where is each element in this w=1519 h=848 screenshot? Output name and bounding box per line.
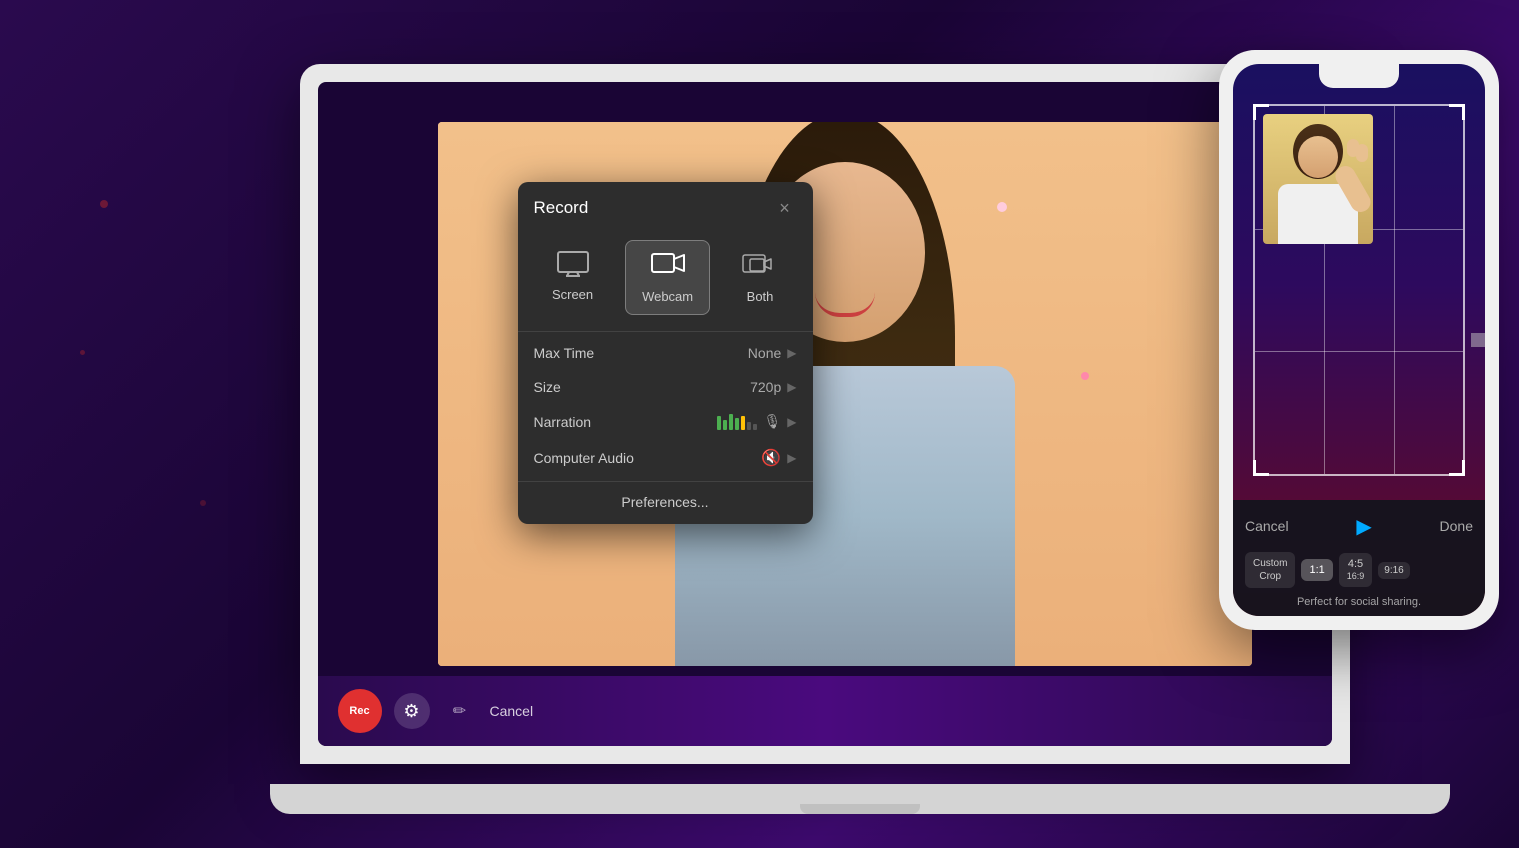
settings-section: Max Time None ▶ Size 720p ▶: [518, 331, 813, 481]
play-icon: ▶: [1356, 514, 1371, 539]
max-time-value: None ▶: [748, 345, 797, 361]
audio-bar-3: [729, 414, 733, 430]
close-icon: ×: [779, 198, 790, 219]
dialog-close-button[interactable]: ×: [773, 196, 797, 220]
phone-thumbnail: [1263, 114, 1373, 244]
screen-icon: [557, 251, 589, 281]
phone-body: Cancel ▶ Done CustomCrop 1:1 4:: [1219, 50, 1499, 630]
computer-audio-row[interactable]: Computer Audio 🔇 ▶: [518, 439, 813, 477]
max-time-row[interactable]: Max Time None ▶: [518, 336, 813, 370]
audio-bar-2: [723, 420, 727, 430]
crop-16x9-label: 16:9: [1347, 571, 1365, 581]
computer-audio-chevron-icon: ▶: [787, 451, 796, 465]
laptop-notch: [800, 804, 920, 814]
source-label-webcam: Webcam: [642, 289, 693, 304]
center-indicator: [1471, 333, 1485, 347]
max-time-text: None: [748, 345, 781, 361]
source-label-both: Both: [747, 289, 774, 304]
rec-button[interactable]: Rec: [338, 689, 382, 733]
max-time-label: Max Time: [534, 345, 595, 361]
computer-audio-label: Computer Audio: [534, 450, 634, 466]
gear-icon: ⚙: [403, 701, 419, 722]
audio-bar-6: [747, 422, 751, 430]
crop-1x1-label: 1:1: [1309, 564, 1324, 576]
crop-9x16-label: 9:16: [1384, 565, 1403, 576]
pencil-icon: ✏: [453, 701, 466, 721]
crop-custom-button[interactable]: CustomCrop: [1245, 552, 1295, 588]
crop-1x1-button[interactable]: 1:1: [1301, 559, 1332, 581]
crop-4x5-label: 4:5: [1348, 558, 1363, 570]
preferences-label: Preferences...: [621, 494, 708, 510]
corner-bl: [1253, 460, 1269, 476]
preferences-row[interactable]: Preferences...: [518, 481, 813, 524]
size-label: Size: [534, 379, 561, 395]
phone-cancel-button[interactable]: Cancel: [1245, 518, 1289, 534]
corner-tr: [1449, 104, 1465, 120]
size-row[interactable]: Size 720p ▶: [518, 370, 813, 404]
cancel-label: Cancel: [490, 703, 534, 719]
dialog-header: Record ×: [518, 182, 813, 232]
rec-label: Rec: [349, 705, 369, 717]
narration-label: Narration: [534, 414, 592, 430]
grid-vertical-2: [1394, 106, 1395, 474]
audio-bar-1: [717, 416, 721, 430]
laptop-screen: ✦ ▾ Record ×: [318, 82, 1332, 746]
speaker-muted-icon: 🔇: [761, 448, 781, 468]
size-chevron-icon: ▶: [787, 380, 796, 394]
pencil-button[interactable]: ✏: [442, 693, 478, 729]
size-text: 720p: [750, 379, 781, 395]
audio-bar-5: [741, 416, 745, 430]
phone-bottom-controls: Cancel ▶ Done CustomCrop 1:1 4:: [1233, 500, 1485, 616]
phone-screen: Cancel ▶ Done CustomCrop 1:1 4:: [1233, 64, 1485, 616]
phone-play-button[interactable]: ▶: [1348, 510, 1380, 542]
phone-action-row: Cancel ▶ Done: [1245, 510, 1473, 542]
cancel-button[interactable]: Cancel: [490, 703, 534, 719]
audio-bar-7: [753, 424, 757, 430]
mic-icon: 🎙: [763, 413, 781, 430]
source-button-both[interactable]: Both: [725, 240, 795, 315]
narration-row[interactable]: Narration: [518, 404, 813, 439]
source-buttons-group: Screen Webcam: [518, 232, 813, 331]
audio-level-bars: [717, 414, 757, 430]
audio-bar-4: [735, 418, 739, 430]
dialog-title: Record: [534, 198, 589, 218]
screen-bottom-bar: Rec ⚙ ✏ Cancel: [318, 676, 1332, 746]
custom-crop-label: CustomCrop: [1253, 557, 1287, 583]
source-label-screen: Screen: [552, 287, 593, 302]
source-button-screen[interactable]: Screen: [535, 240, 610, 315]
computer-audio-value: 🔇 ▶: [761, 448, 796, 468]
crop-options: CustomCrop 1:1 4:5 16:9 9:16: [1245, 552, 1473, 588]
phone-notch: [1319, 64, 1399, 88]
source-button-webcam[interactable]: Webcam: [625, 240, 710, 315]
corner-br: [1449, 460, 1465, 476]
phone: Cancel ▶ Done CustomCrop 1:1 4:: [1219, 50, 1499, 630]
screen-content: ✦ ▾ Record ×: [318, 82, 1332, 746]
laptop-base: [270, 784, 1450, 814]
laptop-body: ✦ ▾ Record ×: [300, 64, 1350, 764]
phone-caption: Perfect for social sharing.: [1245, 596, 1473, 608]
both-icon: [742, 251, 778, 283]
webcam-icon: [651, 251, 685, 283]
record-dialog: Record ×: [518, 182, 813, 524]
crop-9x16-button[interactable]: 9:16: [1378, 562, 1409, 579]
size-value: 720p ▶: [750, 379, 796, 395]
chevron-right-icon: ▶: [787, 346, 796, 360]
crop-4x5-button[interactable]: 4:5 16:9: [1339, 553, 1373, 587]
grid-horizontal-2: [1255, 351, 1463, 352]
narration-value: 🎙 ▶: [717, 413, 796, 430]
phone-done-button[interactable]: Done: [1440, 518, 1473, 534]
settings-button[interactable]: ⚙: [394, 693, 430, 729]
narration-chevron-icon: ▶: [787, 415, 796, 429]
